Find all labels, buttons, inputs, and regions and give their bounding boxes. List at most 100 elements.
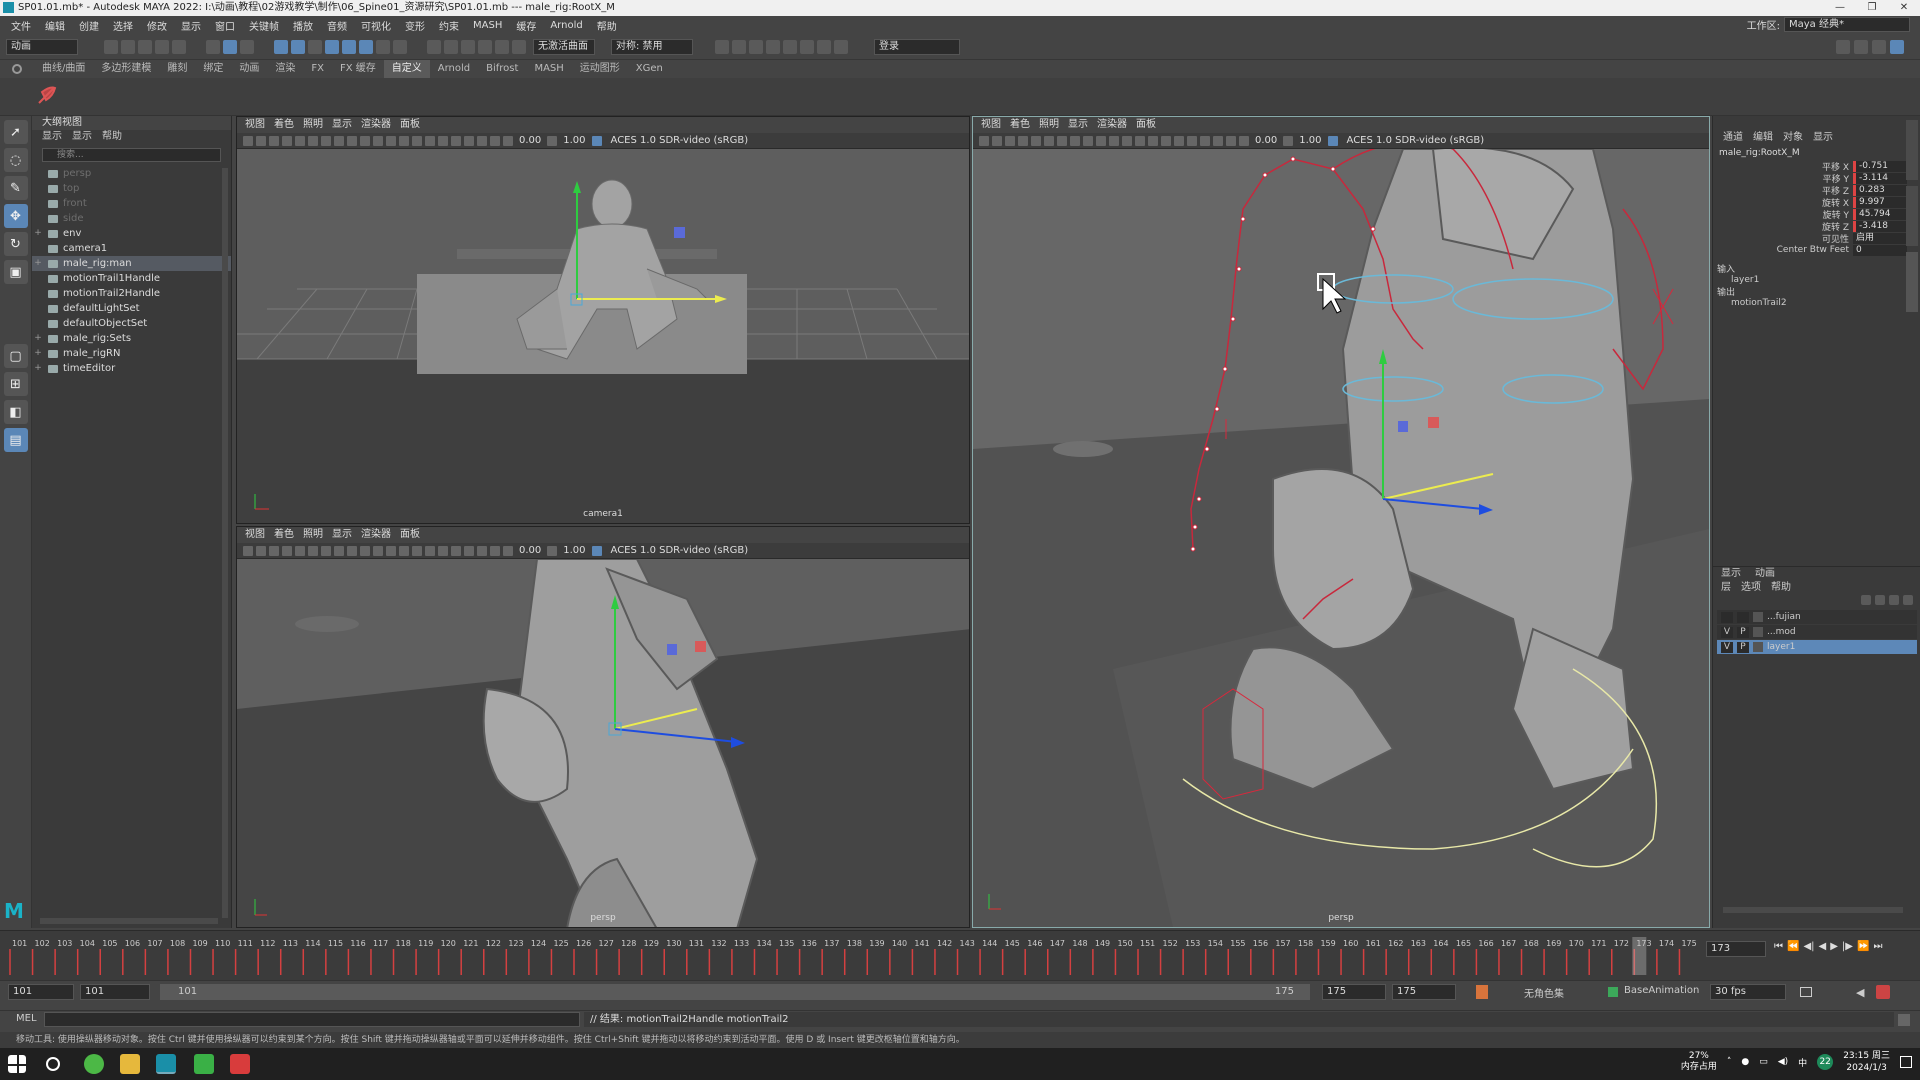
- outliner-item[interactable]: motionTrail2Handle: [32, 286, 231, 301]
- tray-volume-icon[interactable]: ◀): [1778, 1057, 1788, 1067]
- outliner-item[interactable]: + male_rig:Sets: [32, 331, 231, 346]
- field-chart-icon[interactable]: [1083, 135, 1093, 146]
- vp2-colorspace[interactable]: ACES 1.0 SDR-video (sRGB): [611, 545, 749, 556]
- vp1-gamma-value[interactable]: 1.00: [560, 135, 588, 146]
- menu-cache[interactable]: 缓存: [509, 18, 543, 33]
- outliner-item[interactable]: + male_rigRN: [32, 346, 231, 361]
- paint-select-icon[interactable]: ✎: [3, 176, 28, 200]
- channel-value[interactable]: 45.794: [1853, 208, 1907, 220]
- menu-set-dropdown[interactable]: 动画: [6, 38, 78, 55]
- file-explorer-icon[interactable]: [120, 1054, 140, 1074]
- menu-modify[interactable]: 修改: [140, 18, 174, 33]
- layer-row[interactable]: ...fujian: [1717, 610, 1917, 624]
- snap-projected-icon[interactable]: [478, 39, 492, 54]
- save-scene-icon[interactable]: [138, 39, 152, 54]
- xray-icon[interactable]: [477, 135, 487, 146]
- shelf-tab-poly[interactable]: 多边形建模: [93, 60, 159, 78]
- smooth-shade-icon[interactable]: [386, 545, 396, 556]
- vp2-menu-renderer[interactable]: 渲染器: [361, 527, 391, 543]
- pick-mask-joint-icon[interactable]: [274, 39, 288, 54]
- menu-deform[interactable]: 变形: [398, 18, 432, 33]
- menu-edit[interactable]: 编辑: [38, 18, 72, 33]
- xray-joints-icon[interactable]: [490, 135, 500, 146]
- shelf-tab-animation[interactable]: 动画: [231, 60, 267, 78]
- vp2-gamma-value[interactable]: 1.00: [560, 545, 588, 556]
- menu-help[interactable]: 帮助: [590, 18, 624, 33]
- maximize-button[interactable]: ❐: [1856, 0, 1888, 16]
- lights-icon[interactable]: [425, 545, 435, 556]
- wechat-icon[interactable]: [84, 1054, 104, 1074]
- step-forward-frame-button[interactable]: |▶: [1842, 941, 1853, 952]
- color-management-icon[interactable]: [591, 135, 602, 146]
- layer-v-toggle[interactable]: [1721, 611, 1733, 623]
- side-tab-tool-settings[interactable]: [1906, 186, 1918, 246]
- new-scene-icon[interactable]: [104, 39, 118, 54]
- xray-icon[interactable]: [477, 545, 487, 556]
- wireframe-icon[interactable]: [373, 135, 383, 146]
- outliner-scrollbar[interactable]: [222, 168, 228, 918]
- vp3-menu-shading[interactable]: 着色: [1010, 117, 1030, 133]
- vp2-menu-lighting[interactable]: 照明: [303, 527, 323, 543]
- film-gate-icon[interactable]: [308, 545, 318, 556]
- vp3-menu-renderer[interactable]: 渲染器: [1097, 117, 1127, 133]
- workspace-dropdown[interactable]: Maya 经典*: [1784, 17, 1910, 32]
- cb-input-layer1[interactable]: layer1: [1713, 275, 1920, 285]
- film-gate-icon[interactable]: [308, 135, 318, 146]
- menu-file[interactable]: 文件: [4, 18, 38, 33]
- menu-visualize[interactable]: 可视化: [354, 18, 398, 33]
- charset-label[interactable]: 无角色集: [1524, 985, 1564, 1000]
- layer-menu-layers[interactable]: 层: [1721, 581, 1731, 595]
- expand-icon[interactable]: +: [32, 256, 44, 271]
- ime-indicator[interactable]: 中: [1798, 1056, 1807, 1069]
- render-frame-icon[interactable]: [715, 39, 729, 54]
- layer-menu-help[interactable]: 帮助: [1771, 581, 1791, 595]
- image-plane-icon[interactable]: [282, 545, 292, 556]
- select-hierarchy-icon[interactable]: [206, 39, 220, 54]
- shelf-feather-icon[interactable]: [36, 84, 58, 106]
- safe-action-icon[interactable]: [360, 135, 370, 146]
- wireframe-on-shaded-icon[interactable]: [1135, 135, 1145, 146]
- menu-mash[interactable]: MASH: [466, 20, 509, 31]
- goto-end-button[interactable]: ⏭: [1873, 941, 1882, 952]
- cb-menu-channels[interactable]: 通道: [1723, 130, 1743, 146]
- layer-v-toggle[interactable]: V: [1721, 641, 1733, 653]
- channel-box-toggle-icon[interactable]: [1890, 40, 1904, 54]
- channel-value[interactable]: -3.114: [1853, 172, 1907, 184]
- outliner-layout-icon[interactable]: ▤: [3, 428, 28, 452]
- snap-point-icon[interactable]: [461, 39, 475, 54]
- grid-icon[interactable]: [1031, 135, 1041, 146]
- layer-scrollbar[interactable]: [1723, 907, 1903, 913]
- shelf-tab-xgen[interactable]: XGen: [628, 60, 671, 78]
- grid-icon[interactable]: [295, 135, 305, 146]
- resolution-gate-icon[interactable]: [1057, 135, 1067, 146]
- gamma-icon[interactable]: [547, 545, 558, 556]
- outliner-item[interactable]: motionTrail1Handle: [32, 271, 231, 286]
- textured-icon[interactable]: [412, 545, 422, 556]
- open-scene-icon[interactable]: [121, 39, 135, 54]
- shelf-tab-sculpt[interactable]: 雕刻: [159, 60, 195, 78]
- shadows-icon[interactable]: [438, 545, 448, 556]
- range-slider[interactable]: 101 175: [160, 984, 1310, 1000]
- exposure-icon[interactable]: [503, 545, 513, 556]
- smooth-shade-icon[interactable]: [1122, 135, 1132, 146]
- cb-output-motiontrail2[interactable]: motionTrail2: [1713, 298, 1920, 308]
- persp-outliner-layout-icon[interactable]: ◧: [3, 400, 28, 424]
- select-object-icon[interactable]: [223, 39, 237, 54]
- channel-row[interactable]: 旋转 Z -3.418: [1713, 220, 1920, 233]
- close-button[interactable]: ✕: [1888, 0, 1920, 16]
- time-slider[interactable]: 101 102 103 104 105 106 107 108 109 110 111 112 113 1…: [0, 930, 1920, 980]
- play-backward-button[interactable]: ◀: [1819, 941, 1827, 952]
- clock-time[interactable]: 23:15 周三: [1843, 1050, 1890, 1062]
- resolution-gate-icon[interactable]: [321, 545, 331, 556]
- symmetry-dropdown[interactable]: 对称: 禁用: [611, 38, 693, 55]
- move-tool-icon[interactable]: ✥: [3, 204, 28, 228]
- layer-p-toggle[interactable]: [1737, 611, 1749, 623]
- channel-value[interactable]: 9.997: [1853, 196, 1907, 208]
- step-back-frame-button[interactable]: ◀|: [1803, 941, 1814, 952]
- layer-v-toggle[interactable]: V: [1721, 626, 1733, 638]
- image-plane-icon[interactable]: [282, 135, 292, 146]
- expand-icon[interactable]: +: [32, 361, 44, 376]
- channel-row[interactable]: 可见性 启用: [1713, 232, 1920, 245]
- shelf-tab-mash[interactable]: MASH: [526, 60, 571, 78]
- channel-value[interactable]: 启用: [1853, 232, 1907, 244]
